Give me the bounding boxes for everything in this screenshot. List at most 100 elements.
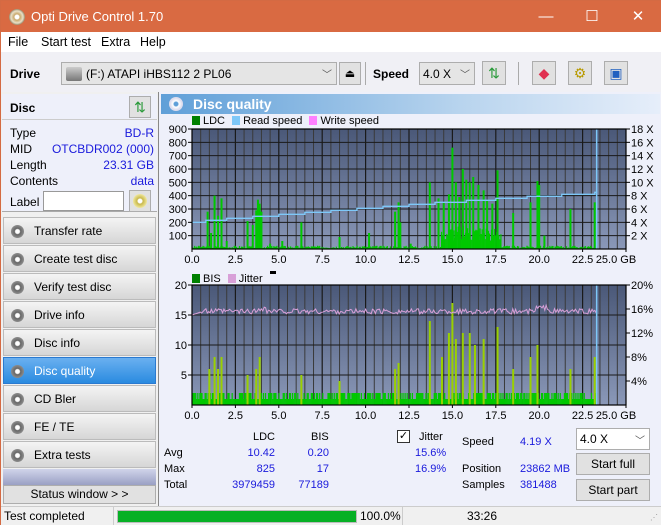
bis-bar bbox=[548, 393, 550, 405]
bis-bar bbox=[560, 399, 562, 405]
disc-row-length: Length 23.31 GB bbox=[10, 158, 154, 174]
refresh-button[interactable]: ⇅ bbox=[482, 61, 506, 85]
status-window-button[interactable]: Status window > > bbox=[3, 485, 156, 504]
bis-bar bbox=[233, 399, 235, 405]
bis-bar bbox=[409, 393, 411, 405]
nav-disc-quality[interactable]: Disc quality bbox=[3, 357, 156, 384]
nav-transfer-rate[interactable]: Transfer rate bbox=[3, 217, 156, 244]
label-input[interactable] bbox=[43, 191, 124, 211]
maximize-button[interactable]: ☐ bbox=[569, 1, 615, 32]
position-label: Position bbox=[462, 463, 502, 475]
bis-bar bbox=[384, 393, 386, 405]
ldc-peak bbox=[482, 190, 485, 249]
ldc-bar bbox=[476, 230, 478, 249]
bis-bar bbox=[568, 399, 570, 405]
bis-bar bbox=[431, 399, 433, 405]
bis-bar bbox=[519, 399, 521, 405]
bis-peak bbox=[258, 357, 261, 405]
nav-drive-info[interactable]: Drive info bbox=[3, 301, 156, 328]
bis-bar bbox=[549, 399, 551, 405]
x-tick-label: 20.0 bbox=[528, 254, 549, 265]
bis-bar bbox=[424, 399, 426, 405]
menu-extra[interactable]: Extra bbox=[101, 35, 130, 49]
nav-create-test-disc[interactable]: Create test disc bbox=[3, 245, 156, 272]
bis-bar bbox=[228, 393, 230, 405]
x-tick-label: 7.5 bbox=[315, 254, 330, 265]
bis-peak bbox=[428, 321, 431, 405]
erase-button[interactable]: ◆ bbox=[532, 61, 556, 85]
nav-extra-tests[interactable]: Extra tests bbox=[3, 441, 156, 468]
ldc-peak bbox=[213, 195, 216, 249]
bis-bar bbox=[361, 399, 363, 405]
bis-bar bbox=[377, 393, 379, 405]
ldc-peak bbox=[206, 211, 209, 249]
eject-button[interactable]: ⏏ bbox=[339, 62, 361, 85]
close-button[interactable]: ✕ bbox=[615, 1, 661, 32]
drive-select[interactable]: (F:) ATAPI iHBS112 2 PL06 ﹀ bbox=[61, 62, 337, 85]
disc-value: 23.31 GB bbox=[103, 158, 154, 172]
bis-bar bbox=[311, 393, 313, 405]
menu-help[interactable]: Help bbox=[140, 35, 166, 49]
menu-file[interactable]: File bbox=[8, 35, 28, 49]
start-part-button[interactable]: Start part bbox=[576, 479, 650, 501]
resize-grip-icon[interactable]: ⋰ bbox=[650, 513, 658, 522]
eraser-icon: ◆ bbox=[538, 65, 550, 81]
x-tick-label: 25.0 GB bbox=[596, 410, 636, 421]
y-tick-label-left: 800 bbox=[169, 137, 187, 149]
bis-bar bbox=[401, 399, 403, 405]
bis-peak bbox=[220, 357, 223, 405]
bis-bar bbox=[406, 393, 408, 405]
disc-icon bbox=[11, 309, 24, 322]
disc-header-label: Disc bbox=[10, 101, 36, 115]
bis-bar bbox=[488, 393, 491, 405]
bis-peak bbox=[569, 369, 572, 405]
disc-panel-header: Disc ⇅ bbox=[2, 94, 157, 120]
bis-bar bbox=[586, 399, 588, 405]
settings-button[interactable]: ⚙ bbox=[568, 61, 592, 85]
bis-bar bbox=[418, 393, 420, 405]
save-button[interactable]: ▣ bbox=[604, 61, 628, 85]
nav-verify-test-disc[interactable]: Verify test disc bbox=[3, 273, 156, 300]
ldc-bar bbox=[481, 229, 483, 249]
minimize-button[interactable]: — bbox=[523, 1, 569, 32]
bis-bar bbox=[200, 393, 202, 405]
bis-peak bbox=[213, 357, 216, 405]
menu-start-test[interactable]: Start test bbox=[41, 35, 91, 49]
bis-bar bbox=[223, 393, 225, 405]
x-tick-label: 0.0 bbox=[184, 254, 199, 265]
nav-disc-info[interactable]: Disc info bbox=[3, 329, 156, 356]
label-disc-button[interactable] bbox=[129, 190, 151, 212]
bis-bar bbox=[237, 399, 240, 405]
nav-cd-bler[interactable]: CD Bler bbox=[3, 385, 156, 412]
disc-row-type: Type BD-R bbox=[10, 126, 154, 142]
bis-bar bbox=[250, 393, 252, 405]
test-speed-select[interactable]: 4.0 X ﹀ bbox=[576, 428, 650, 450]
bis-bar bbox=[421, 393, 423, 405]
bis-bar bbox=[344, 393, 346, 405]
bis-bar bbox=[245, 393, 247, 405]
bis-peak bbox=[468, 333, 471, 405]
ldc-peak bbox=[496, 170, 499, 249]
speed-select[interactable]: 4.0 X ﹀ bbox=[419, 62, 475, 85]
bis-bar bbox=[407, 399, 409, 405]
bis-bar bbox=[551, 393, 553, 405]
x-tick-label: 17.5 bbox=[485, 410, 506, 421]
bis-bar bbox=[284, 399, 286, 405]
bis-bar bbox=[439, 393, 442, 405]
jitter-checkbox[interactable]: ✓ bbox=[397, 430, 410, 443]
nav-fe-te[interactable]: FE / TE bbox=[3, 413, 156, 440]
bis-bar bbox=[563, 393, 566, 405]
bis-bar bbox=[271, 393, 273, 405]
y-tick-label-left: 10 bbox=[175, 340, 187, 352]
elapsed-time: 33:26 bbox=[466, 509, 497, 523]
disc-refresh-button[interactable]: ⇅ bbox=[129, 96, 151, 118]
bis-bar bbox=[478, 393, 480, 405]
bis-bar bbox=[386, 399, 388, 405]
ldc-peak bbox=[409, 243, 412, 249]
nav-label: CD Bler bbox=[34, 392, 77, 406]
bis-bar bbox=[360, 393, 362, 405]
start-full-button[interactable]: Start full bbox=[576, 453, 650, 475]
ldc-peak bbox=[468, 182, 471, 249]
x-tick-label: 5.0 bbox=[271, 410, 286, 421]
speed-info-value: 4.19 X bbox=[520, 436, 552, 448]
